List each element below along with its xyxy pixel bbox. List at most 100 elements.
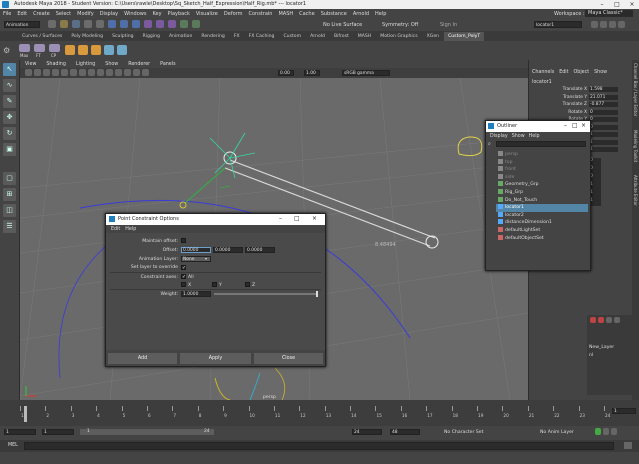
dialog-maximize-icon[interactable]: □ [294,215,300,222]
shelf-tab-sculpting[interactable]: Sculpting [108,32,137,41]
menu-help[interactable]: Help [375,11,386,17]
film-gate-icon[interactable] [61,69,68,76]
menu-edit[interactable]: Edit [17,11,27,17]
move-tool-icon[interactable]: ✥ [3,111,16,124]
paint-select-icon[interactable]: ✎ [3,95,16,108]
audio-icon[interactable] [611,428,617,435]
channel-row[interactable]: Translate Z -0.877 [529,101,619,109]
close-button[interactable]: Close [254,353,323,364]
save-scene-icon[interactable] [72,20,80,28]
outliner-item-side[interactable]: side [496,173,588,182]
tab-channel-box[interactable]: Channel Box / Layer Editor [633,63,638,116]
scale-tool-icon[interactable]: ▣ [3,143,16,156]
outliner-menu-help[interactable]: Help [529,134,540,139]
wireframe-on-shaded-icon[interactable] [97,69,104,76]
toggle-attribute-editor-icon[interactable] [591,21,598,28]
outliner-item-persp[interactable]: persp [496,151,588,159]
channel-row[interactable]: Rotate X0 [529,109,619,117]
isolate-select-icon[interactable] [142,69,149,76]
end-frame-field[interactable]: 48 [390,429,420,435]
viewport-menu-renderer[interactable]: Renderer [128,62,150,67]
outliner-item-geometry-grp[interactable]: Geometry_Grp [496,181,588,189]
menu-create[interactable]: Create [33,11,50,17]
shelf-tab-curves-surfaces[interactable]: Curves / Surfaces [18,32,66,41]
anim-layer-dropdown[interactable]: No Anim Layer [540,430,574,435]
offset-z-field[interactable]: 0.0000 [245,247,275,253]
outliner-item-defaultobjectset[interactable]: defaultObjectSet [496,234,588,243]
auto-key-icon[interactable] [595,428,601,435]
shelf-button-max[interactable]: Max [19,44,30,58]
outliner-menu-show[interactable]: Show [512,134,525,139]
toggle-modeling-toolkit-icon[interactable] [618,21,625,28]
weight-slider-handle[interactable] [316,291,318,297]
select-component-icon[interactable] [132,20,140,28]
command-input[interactable] [24,442,614,450]
viewport-menu-show[interactable]: Show [105,62,118,67]
gamma-field[interactable]: 1.00 [304,70,320,76]
axis-y-checkbox[interactable] [212,282,217,287]
menu-select[interactable]: Select [56,11,71,17]
toggle-channel-box-icon[interactable] [609,21,616,28]
channel-menu-show[interactable]: Show [594,70,607,75]
extrude-icon[interactable] [117,45,127,55]
viewport-menu-shading[interactable]: Shading [46,62,66,67]
outliner-item-front[interactable]: front [496,166,588,174]
channel-value[interactable]: 1 [589,147,618,153]
script-editor-icon[interactable] [624,442,632,449]
lights-icon[interactable] [115,69,122,76]
viewport-menu-lighting[interactable]: Lighting [76,62,95,67]
poly-cube-icon[interactable] [65,45,75,55]
rotate-tool-icon[interactable]: ↻ [3,127,16,140]
menu-windows[interactable]: Windows [124,11,146,17]
channel-value[interactable]: 0 [589,109,618,115]
snap-grid-icon[interactable] [144,20,152,28]
shelf-gear-icon[interactable]: ⚙ [3,46,10,55]
resolution-gate-icon[interactable] [70,69,77,76]
redo-icon[interactable] [96,20,104,28]
channel-menu-channels[interactable]: Channels [532,70,554,75]
ipr-render-icon[interactable] [192,20,200,28]
outliner-item-distancedimension1[interactable]: distanceDimension1 [496,219,588,227]
layer-move-up-icon[interactable] [606,317,612,323]
set-layer-override-checkbox[interactable]: ✓ [181,265,186,271]
layer-new-icon[interactable] [590,317,596,323]
outliner-search-field[interactable] [496,141,586,147]
maximize-icon[interactable]: □ [610,0,624,9]
shelf-tab-fx-caching[interactable]: FX Caching [245,32,279,41]
axis-all-checkbox[interactable]: ✓ [181,274,186,280]
channel-row[interactable]: Translate X 1.598 [529,86,619,94]
range-start-field[interactable]: 1 [42,429,74,435]
viewport-menu-view[interactable]: View [25,62,36,67]
tab-attribute-editor[interactable]: Attribute Editor [633,175,638,206]
xray-icon[interactable] [133,69,140,76]
shelf-tab-bifrost[interactable]: Bifrost [330,32,353,41]
menu-arnold[interactable]: Arnold [353,11,369,17]
menu-mash[interactable]: MASH [278,11,293,17]
dialog-close-icon[interactable]: × [312,215,317,222]
shelf-tab-mash[interactable]: MASH [354,32,375,41]
layer-add-icon[interactable] [598,317,604,323]
menu-visualize[interactable]: Visualize [196,11,218,17]
smooth-shade-icon[interactable] [88,69,95,76]
outliner-item-defaultlightset[interactable]: defaultLightSet [496,226,588,235]
shelf-tab-rigging[interactable]: Rigging [139,32,164,41]
channel-value[interactable]: 0 [589,124,618,130]
shelf-tab-fx[interactable]: FX [230,32,244,41]
exposure-field[interactable]: 0.00 [278,70,294,76]
poly-cube-2-icon[interactable] [78,45,88,55]
outliner-item-do-not-touch[interactable]: Do_Not_Touch [496,196,588,205]
shelf-button-ft[interactable]: FT [34,44,45,58]
quick-search-field[interactable]: locator1 [534,21,582,28]
workspace-dropdown[interactable]: Maya Classic* [585,10,633,17]
channel-value[interactable]: 0 [589,117,618,123]
outliner-item-locator1[interactable]: locator1 [496,204,588,212]
menu-cache[interactable]: Cache [299,11,315,17]
channel-value[interactable]: 21.071 [589,94,618,100]
weight-slider-track[interactable] [214,293,318,295]
tab-modeling-toolkit[interactable]: Modeling Toolkit [633,130,638,162]
range-end-field[interactable]: 24 [352,429,382,435]
outliner-close-icon[interactable]: × [581,122,586,129]
live-surface-label[interactable]: No Live Surface [323,22,362,28]
time-slider[interactable]: 1 2 3 4 5 6 7 8 9 10 11 12 13 14 15 16 17 18 19 20 21 22 23 24 … [0,400,639,426]
shadows-icon[interactable] [124,69,131,76]
